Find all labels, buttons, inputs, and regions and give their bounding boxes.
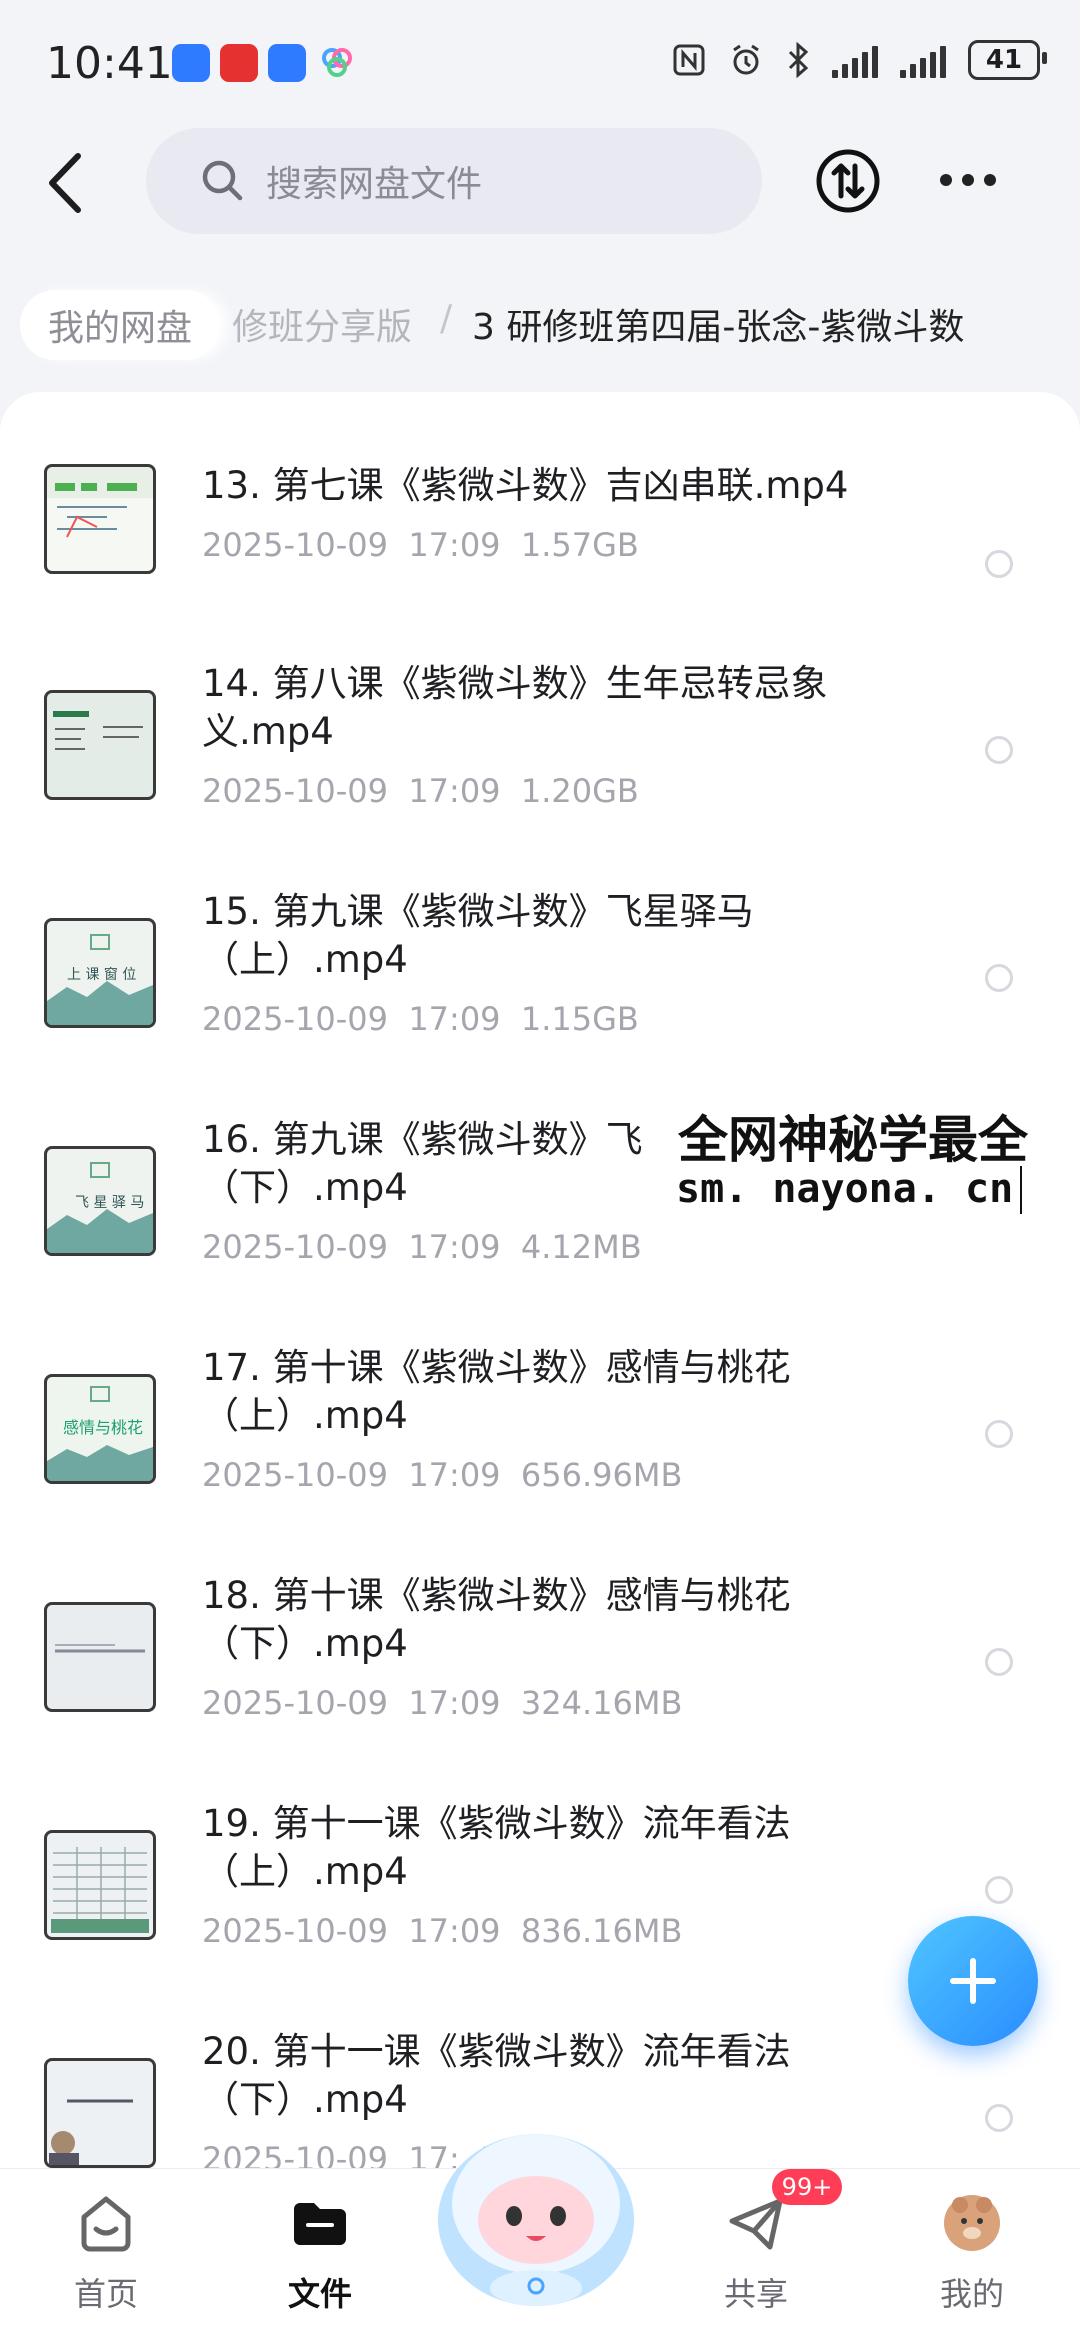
select-checkbox[interactable] xyxy=(985,550,1013,578)
mascot-icon xyxy=(438,2134,634,2306)
select-checkbox[interactable] xyxy=(985,736,1013,764)
nav-label: 首页 xyxy=(73,2275,138,2313)
list-item[interactable]: 上 课 窗 位 15. 第九课《紫微斗数》飞星驿马（上）.mp4 2025-10… xyxy=(0,888,1080,1116)
video-thumbnail xyxy=(44,2058,156,2168)
nav-label: 文件 xyxy=(287,2275,352,2313)
file-meta: 2025-10-09 17:09 4.12MB xyxy=(202,1228,642,1266)
app-notification-icon xyxy=(268,44,306,82)
video-thumbnail xyxy=(44,1602,156,1712)
svg-text:感情与桃花: 感情与桃花 xyxy=(63,1418,143,1437)
list-item[interactable]: 感情与桃花 17. 第十课《紫微斗数》感情与桃花（上）.mp4 2025-10-… xyxy=(0,1344,1080,1572)
nav-share[interactable]: 99+ 共享 xyxy=(676,2169,842,2325)
select-checkbox[interactable] xyxy=(985,964,1013,992)
mascot-button[interactable] xyxy=(430,2108,642,2308)
video-thumbnail: 飞 星 驿 马 xyxy=(44,1146,156,1256)
file-name: 18. 第十课《紫微斗数》感情与桃花（下）.mp4 xyxy=(202,1574,791,1665)
file-meta: 2025-10-09 17:09 1.57GB xyxy=(202,526,639,564)
svg-text:飞 星 驿 马: 飞 星 驿 马 xyxy=(75,1195,144,1211)
watermark-title: 全网神秘学最全 xyxy=(678,1111,1028,1169)
file-name: 19. 第十一课《紫微斗数》流年看法（上）.mp4 xyxy=(202,1802,791,1893)
alarm-icon xyxy=(733,44,759,75)
video-thumbnail xyxy=(44,464,156,574)
nav-profile[interactable]: 我的 xyxy=(892,2169,1052,2325)
file-list: 13. 第七课《紫微斗数》吉凶串联.mp4 2025-10-09 17:09 1… xyxy=(0,392,1080,2172)
breadcrumb: 修班分享版 我的网盘 / 3 研修班第四届-张念-紫微斗数 xyxy=(0,280,1080,370)
back-icon xyxy=(49,153,81,213)
search-placeholder: 搜索网盘文件 xyxy=(266,164,483,205)
home-icon xyxy=(81,2196,131,2252)
app-notification-icon xyxy=(318,44,356,82)
video-thumbnail: 感情与桃花 xyxy=(44,1374,156,1484)
select-checkbox[interactable] xyxy=(985,1648,1013,1676)
list-item[interactable]: 13. 第七课《紫微斗数》吉凶串联.mp4 2025-10-09 17:09 1… xyxy=(0,432,1080,660)
svg-text:上 课 窗 位: 上 课 窗 位 xyxy=(67,966,136,983)
app-notification-icon xyxy=(172,44,210,82)
select-checkbox[interactable] xyxy=(985,2104,1013,2132)
search-input[interactable]: 搜索网盘文件 xyxy=(146,128,762,234)
watermark-overlay: 全网神秘学最全 sm. nayona. cn xyxy=(672,1096,1080,1226)
breadcrumb-middle[interactable]: 修班分享版 xyxy=(232,298,412,350)
list-item[interactable]: 14. 第八课《紫微斗数》生年忌转忌象义.mp4 2025-10-09 17:0… xyxy=(0,660,1080,888)
nfc-icon xyxy=(673,44,705,76)
status-bar: 10:41 41 xyxy=(0,0,1080,120)
nav-label: 共享 xyxy=(723,2275,788,2313)
avatar-icon xyxy=(944,2195,1000,2251)
file-meta: 2025-10-09 17:09 324.16MB xyxy=(202,1684,683,1722)
plus-icon xyxy=(950,1958,996,2004)
signal-icon xyxy=(832,42,878,78)
file-meta: 2025-10-09 17:09 836.16MB xyxy=(202,1912,683,1950)
folder-icon xyxy=(294,2203,346,2245)
file-meta: 2025-10-09 17:09 656.96MB xyxy=(202,1456,683,1494)
file-name: 15. 第九课《紫微斗数》飞星驿马（上）.mp4 xyxy=(202,890,754,981)
share-badge: 99+ xyxy=(772,2169,842,2205)
app-notification-icon xyxy=(220,44,258,82)
add-button[interactable] xyxy=(908,1916,1038,2046)
file-name: 13. 第七课《紫微斗数》吉凶串联.mp4 xyxy=(202,464,849,507)
back-button[interactable] xyxy=(40,148,96,218)
search-icon xyxy=(202,160,243,201)
more-icon xyxy=(940,174,952,186)
list-item[interactable]: 18. 第十课《紫微斗数》感情与桃花（下）.mp4 2025-10-09 17:… xyxy=(0,1572,1080,1800)
video-thumbnail: 上 课 窗 位 xyxy=(44,918,156,1028)
transfer-icon xyxy=(816,149,880,213)
nav-files[interactable]: 文件 xyxy=(240,2169,400,2325)
status-time: 10:41 xyxy=(46,38,173,89)
battery-level: 41 xyxy=(985,45,1023,75)
transfer-button[interactable] xyxy=(815,148,881,214)
file-meta: 2025-10-09 17:09 1.15GB xyxy=(202,1000,639,1038)
signal-icon xyxy=(900,42,946,78)
breadcrumb-root[interactable]: 我的网盘 xyxy=(20,290,221,360)
breadcrumb-separator: / xyxy=(440,298,453,339)
file-name: 17. 第十课《紫微斗数》感情与桃花（上）.mp4 xyxy=(202,1346,791,1437)
file-meta: 2025-10-09 17:09 1.20GB xyxy=(202,772,639,810)
text-cursor xyxy=(1020,1166,1022,1214)
nav-home[interactable]: 首页 xyxy=(26,2169,186,2325)
nav-label: 我的 xyxy=(939,2275,1004,2313)
bluetooth-icon xyxy=(788,42,809,78)
more-button[interactable] xyxy=(940,160,1020,200)
video-thumbnail xyxy=(44,1830,156,1940)
video-thumbnail xyxy=(44,690,156,800)
breadcrumb-current: 3 研修班第四届-张念-紫微斗数 xyxy=(472,307,965,348)
select-checkbox[interactable] xyxy=(985,1420,1013,1448)
select-checkbox[interactable] xyxy=(985,1876,1013,1904)
battery-icon: 41 xyxy=(968,40,1047,80)
file-name: 14. 第八课《紫微斗数》生年忌转忌象义.mp4 xyxy=(202,662,828,753)
watermark-url: sm. nayona. cn xyxy=(676,1166,1014,1212)
